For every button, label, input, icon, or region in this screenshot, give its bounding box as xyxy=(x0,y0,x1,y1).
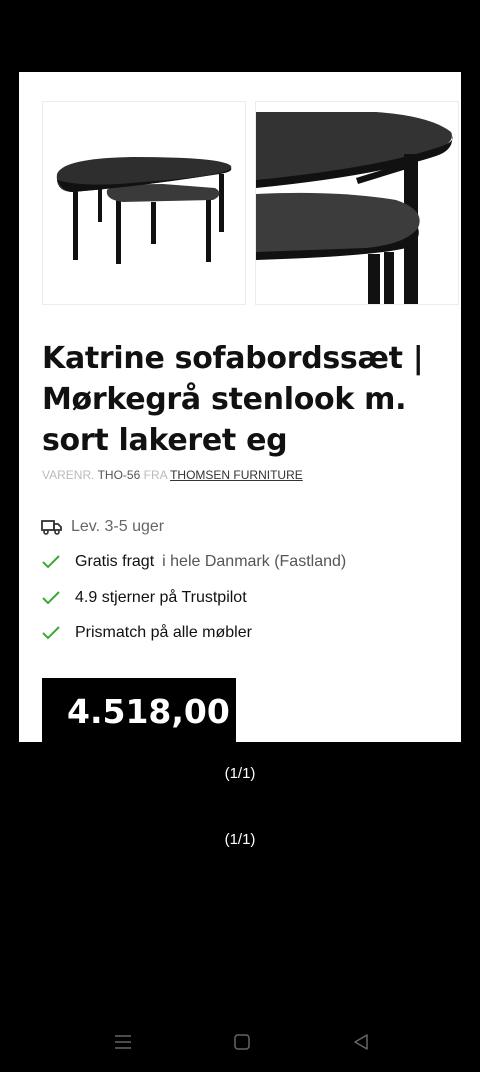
from-label: FRA xyxy=(143,468,167,482)
delivery-text: Lev. 3-5 uger xyxy=(71,518,165,535)
image-counter: (1/1) xyxy=(224,765,256,782)
back-icon[interactable] xyxy=(349,1030,373,1054)
shipping-bold: Gratis fragt xyxy=(75,553,155,570)
truck-icon xyxy=(41,518,63,536)
brand-link[interactable]: THOMSEN FURNITURE xyxy=(170,468,303,482)
sku-value: THO-56 xyxy=(97,468,141,482)
home-icon[interactable] xyxy=(230,1030,254,1054)
shipping-rest: i hele Danmark (Fastland) xyxy=(162,553,347,570)
sku-line: VARENR. THO-56 FRA THOMSEN FURNITURE xyxy=(42,468,303,482)
product-card: Katrine sofabordssæt | Mørkegrå stenlook… xyxy=(19,72,461,742)
delivery-info: Lev. 3-5 uger xyxy=(41,518,164,536)
product-title: Katrine sofabordssæt | Mørkegrå stenlook… xyxy=(42,341,424,458)
sku-label: VARENR. xyxy=(42,468,95,482)
table-set-image xyxy=(56,157,232,264)
pricematch-text: Prismatch på alle møbler xyxy=(75,624,252,641)
table-detail-image xyxy=(256,112,453,304)
shipping-info: Gratis fragt i hele Danmark (Fastland) xyxy=(41,553,346,571)
product-thumbnail-1[interactable] xyxy=(42,101,246,305)
check-icon xyxy=(41,553,63,571)
image-counter-secondary: (1/1) xyxy=(224,831,256,848)
rating-text: 4.9 stjerner på Trustpilot xyxy=(75,589,247,606)
price-box: 4.518,00 xyxy=(42,678,236,742)
check-icon xyxy=(41,589,63,607)
pricematch-info: Prismatch på alle møbler xyxy=(41,624,252,642)
product-thumbnail-2[interactable] xyxy=(255,101,459,305)
rating-info: 4.9 stjerner på Trustpilot xyxy=(41,589,247,607)
menu-icon[interactable] xyxy=(111,1030,135,1054)
check-icon xyxy=(41,624,63,642)
